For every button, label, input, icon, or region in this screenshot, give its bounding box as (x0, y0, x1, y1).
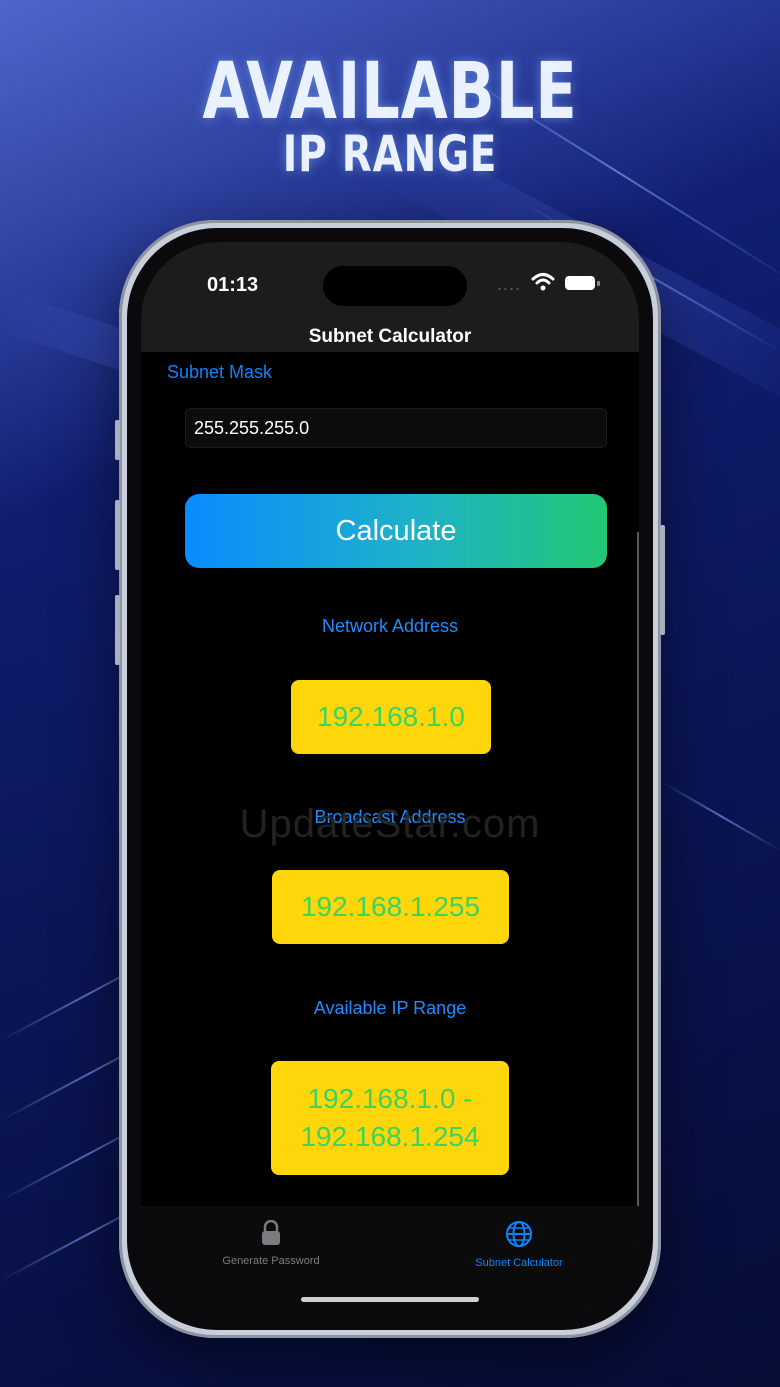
ip-range-start: 192.168.1.0 - (307, 1083, 473, 1114)
network-address-value: 192.168.1.0 (291, 680, 491, 754)
tab-subnet-calculator[interactable]: Subnet Calculator (419, 1220, 619, 1269)
battery-icon (565, 276, 595, 290)
tab-bar: Generate Password Subnet Calculator (141, 1206, 639, 1316)
ip-range-end: 192.168.1.254 (300, 1121, 480, 1152)
tab-generate-password-label: Generate Password (222, 1255, 320, 1267)
tab-subnet-calculator-label: Subnet Calculator (475, 1257, 563, 1269)
wifi-icon (531, 273, 555, 291)
broadcast-address-value: 192.168.1.255 (272, 870, 509, 944)
phone-side-button (115, 420, 120, 460)
calculate-button[interactable]: Calculate (185, 494, 607, 568)
available-ip-range-label: Available IP Range (313, 998, 467, 1018)
network-address-label: Network Address (321, 616, 459, 636)
home-indicator[interactable] (301, 1297, 479, 1302)
status-bar: 01:13 .... Subnet Calculator (141, 242, 639, 352)
lock-icon (262, 1219, 280, 1245)
subnet-mask-field[interactable] (185, 408, 607, 448)
nav-title: Subnet Calculator (308, 326, 472, 347)
tab-generate-password[interactable]: Generate Password (171, 1219, 371, 1267)
scrollbar[interactable] (637, 532, 639, 1244)
phone-frame: 01:13 .... Subnet Calculator Subnet Mask… (115, 220, 665, 1338)
broadcast-address-label: Broadcast Address (314, 807, 466, 827)
phone-side-button (115, 595, 120, 665)
status-time: 01:13 (207, 274, 259, 296)
phone-side-button (660, 525, 665, 635)
phone-side-button (115, 500, 120, 570)
dynamic-island (323, 266, 467, 306)
battery-tip (597, 281, 600, 286)
available-ip-range-value: 192.168.1.0 - 192.168.1.254 (271, 1061, 509, 1175)
phone-bezel: 01:13 .... Subnet Calculator Subnet Mask… (127, 228, 653, 1330)
subnet-mask-label: Subnet Mask (167, 362, 273, 382)
headline-subtitle: IP RANGE (282, 125, 498, 183)
bg-streak (659, 780, 780, 852)
subnet-mask-input[interactable] (186, 409, 606, 447)
signal-icon: .... (497, 274, 522, 294)
headline-title: AVAILABLE (202, 47, 578, 137)
globe-icon (506, 1221, 532, 1247)
phone-screen: 01:13 .... Subnet Calculator Subnet Mask… (141, 242, 639, 1316)
